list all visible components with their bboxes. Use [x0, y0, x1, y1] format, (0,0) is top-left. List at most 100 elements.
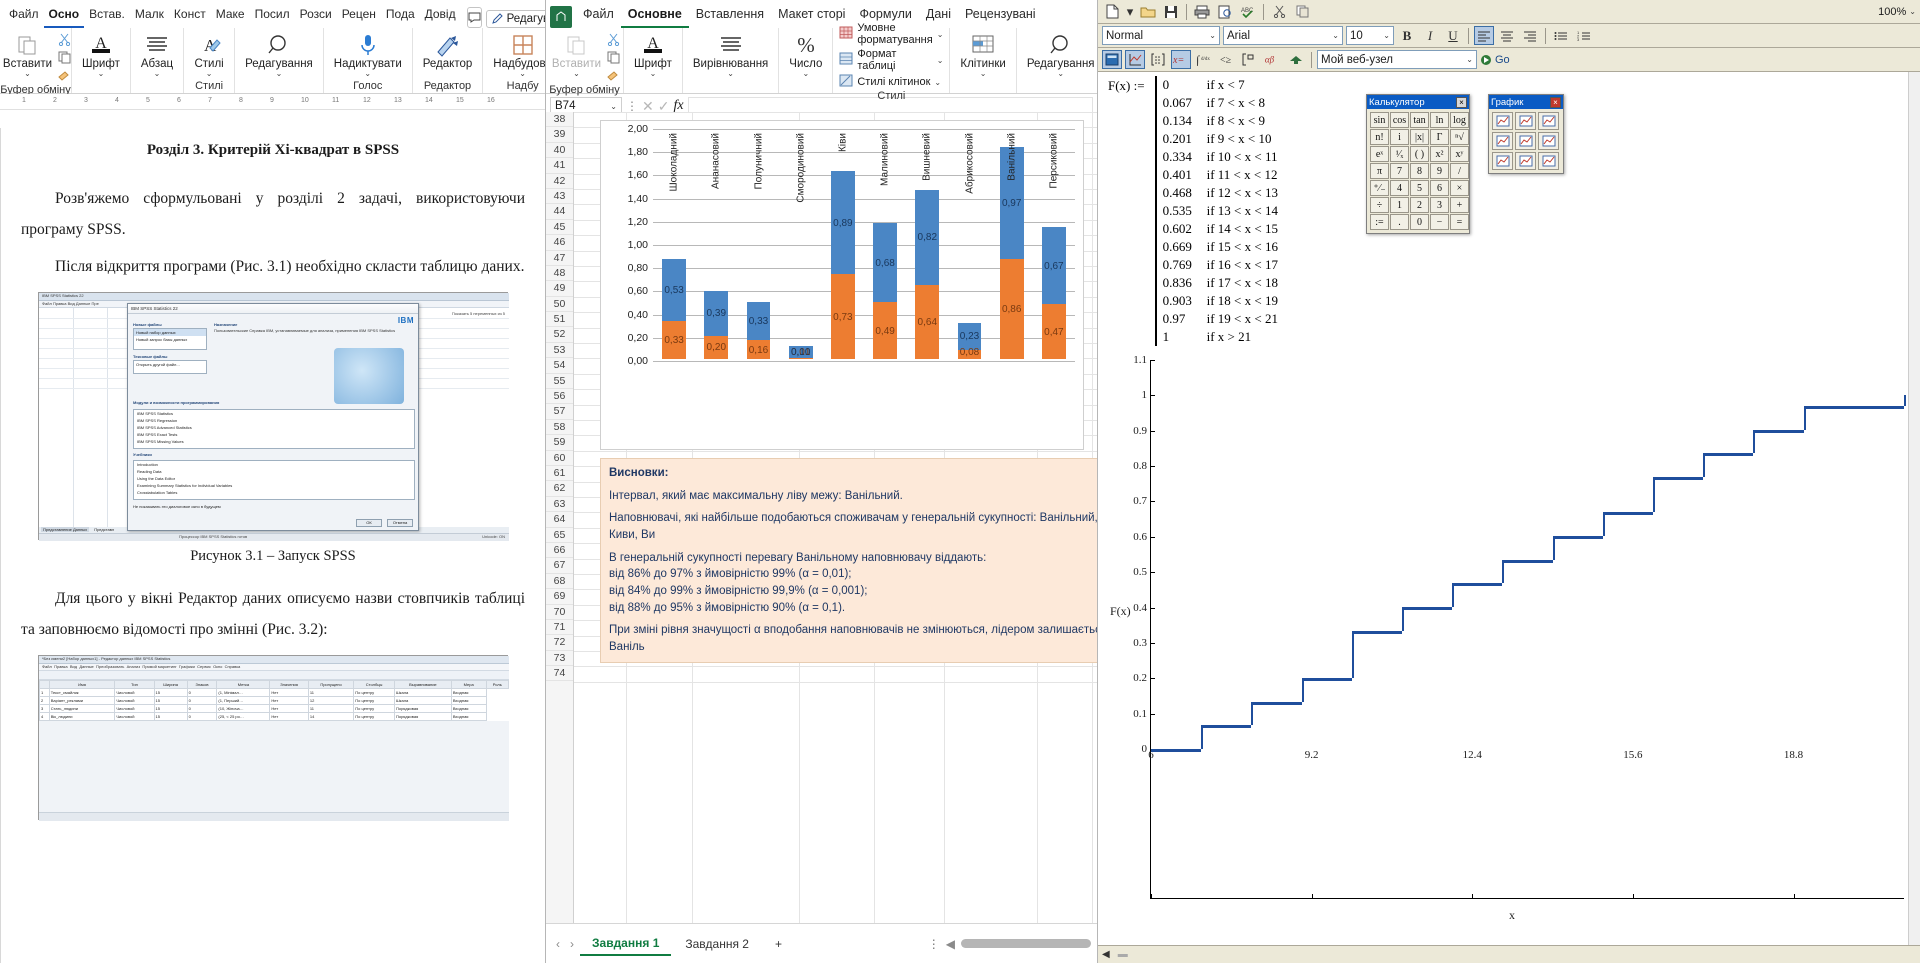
- mathcad-standard-toolbar[interactable]: ▾ ABC 100% ⌄: [1098, 0, 1920, 24]
- row-header[interactable]: 68: [546, 574, 573, 590]
- table-cell[interactable]: (1, Перший…: [216, 696, 271, 705]
- graph-icon[interactable]: [1125, 50, 1145, 69]
- chevron-down-icon[interactable]: ⌄: [206, 70, 213, 78]
- hscroll-left-icon[interactable]: ◀: [942, 937, 959, 951]
- calculator-key[interactable]: 5: [1410, 180, 1429, 196]
- table-cell[interactable]: Числовой: [114, 688, 155, 697]
- word-tab-view[interactable]: Пода: [381, 3, 420, 28]
- chevron-down-icon[interactable]: ⌄: [276, 70, 283, 78]
- table-cell[interactable]: Нет: [269, 688, 309, 697]
- spss-tab-data[interactable]: Представление Данных: [41, 527, 90, 532]
- go-button[interactable]: Go: [1480, 54, 1510, 66]
- row-header[interactable]: 70: [546, 605, 573, 620]
- word-tab-mailings[interactable]: Розси: [295, 3, 337, 28]
- spss2-view-tabs[interactable]: [39, 812, 509, 821]
- list-item[interactable]: IBM SPSS Exact Tests: [134, 431, 414, 438]
- word-ruler[interactable]: 1 2 3 4 5 6 7 8 9 10 11 12 13 14 15 16: [0, 94, 545, 110]
- chevron-down-icon[interactable]: ⌄: [1383, 32, 1390, 40]
- column-header[interactable]: [39, 680, 50, 689]
- row-header[interactable]: 50: [546, 297, 573, 313]
- excel-alignment-button[interactable]: Вирівнювання ⌄: [689, 31, 772, 78]
- row-header[interactable]: 41: [546, 158, 573, 174]
- chevron-down-icon[interactable]: ⌄: [610, 102, 617, 110]
- font-select[interactable]: Arial ⌄: [1223, 26, 1343, 45]
- spss-dontshow-checkbox[interactable]: Не показывать это диалоговое окно в буду…: [133, 504, 221, 509]
- bold-button[interactable]: B: [1397, 26, 1417, 45]
- calculator-key[interactable]: 8: [1410, 163, 1429, 179]
- word-tab-review[interactable]: Рецен: [337, 3, 381, 28]
- spss2-variable-table[interactable]: Имя Тип Ширина Знаков Метка Значения Пропущено…: [39, 680, 510, 721]
- close-icon[interactable]: ×: [1550, 96, 1561, 108]
- row-header[interactable]: 61: [546, 466, 573, 482]
- row-header[interactable]: 43: [546, 189, 573, 205]
- calculator-key[interactable]: ln: [1430, 112, 1449, 128]
- table-format-button[interactable]: Формат таблиці ⌄: [839, 48, 943, 72]
- chevron-down-icon[interactable]: ⌄: [937, 30, 944, 38]
- format-painter-icon[interactable]: [58, 69, 72, 84]
- list-item[interactable]: IBM SPSS Statistics: [134, 410, 414, 417]
- menu-window[interactable]: Окно: [213, 664, 222, 669]
- excel-font-button[interactable]: A Шрифт ⌄: [630, 31, 676, 78]
- row-header[interactable]: 73: [546, 651, 573, 667]
- excel-tab-home[interactable]: Основне: [620, 3, 689, 28]
- horizontal-scrollbar[interactable]: [961, 939, 1091, 948]
- table-cell[interactable]: 14: [307, 712, 355, 721]
- zoom-icon[interactable]: [1538, 152, 1559, 170]
- row-header[interactable]: 46: [546, 235, 573, 251]
- table-cell[interactable]: По центру: [353, 712, 395, 721]
- row-header[interactable]: 40: [546, 143, 573, 159]
- calculator-key[interactable]: −: [1430, 214, 1449, 230]
- row-header[interactable]: 47: [546, 251, 573, 266]
- new-file-icon[interactable]: [1102, 2, 1122, 21]
- font-button[interactable]: A Шрифт ⌄: [78, 31, 124, 78]
- cut-icon[interactable]: [607, 33, 621, 49]
- row-header[interactable]: 64: [546, 512, 573, 528]
- chevron-down-icon[interactable]: ⌄: [980, 70, 987, 78]
- calculus-icon[interactable]: ∫ d/dx: [1194, 50, 1214, 69]
- spss-newfiles-list[interactable]: Новый набор данных Новый запрос базы дан…: [133, 328, 207, 350]
- copy-icon[interactable]: [1292, 2, 1312, 21]
- table-cell[interactable]: Вік_людини: [48, 712, 116, 721]
- more-options-icon[interactable]: ⋮: [626, 99, 638, 113]
- chart-bar[interactable]: 0,49 0,68: [873, 223, 897, 359]
- menu-help[interactable]: Справка: [225, 664, 241, 669]
- table-cell[interactable]: Текст_смайлик: [48, 688, 116, 697]
- chart-bar[interactable]: 0,08 0,23: [957, 323, 982, 359]
- chevron-down-icon[interactable]: ⌄: [573, 70, 580, 78]
- column-header[interactable]: Знаков: [186, 680, 218, 689]
- calculator-key[interactable]: Γ: [1430, 129, 1449, 145]
- format-painter-icon[interactable]: [607, 69, 621, 84]
- column-header[interactable]: Столбцы: [353, 680, 395, 689]
- word-tab-draw[interactable]: Малк: [130, 3, 169, 28]
- row-header[interactable]: 57: [546, 404, 573, 420]
- calculator-key[interactable]: cos: [1390, 112, 1409, 128]
- chevron-down-icon[interactable]: ⌄: [802, 70, 809, 78]
- menu-data[interactable]: Данные: [79, 664, 93, 669]
- chart-bar[interactable]: 0,73 0,89: [831, 171, 855, 359]
- sheet-tab-2[interactable]: Завдання 2: [673, 933, 761, 955]
- dictate-button[interactable]: Надиктувати ⌄: [330, 31, 406, 78]
- sheet-options-icon[interactable]: ⋮: [928, 937, 940, 951]
- table-row[interactable]: 1 Текст_смайлик Числовой 15 0 (1, Мінімал… Нет…: [39, 688, 509, 697]
- table-cell[interactable]: (25, < 25 ро…: [216, 712, 271, 721]
- scatter3d-icon[interactable]: [1538, 132, 1559, 150]
- table-cell[interactable]: 4: [39, 712, 50, 721]
- sheet-tab-1[interactable]: Завдання 1: [580, 932, 672, 956]
- editing-button[interactable]: Редагування ⌄: [241, 31, 317, 78]
- paragraph-button[interactable]: Абзац ⌄: [137, 31, 177, 78]
- list-item[interactable]: IBM SPSS Missing Values: [134, 438, 414, 445]
- table-cell[interactable]: 0: [186, 712, 218, 721]
- mathcad-vertical-scrollbar[interactable]: [1908, 72, 1920, 945]
- excel-tab-file[interactable]: Файл: [576, 3, 621, 28]
- calculator-key[interactable]: ÷: [1370, 197, 1389, 213]
- table-cell[interactable]: Нет: [269, 712, 309, 721]
- chevron-down-icon[interactable]: ⌄: [519, 70, 526, 78]
- column-header[interactable]: Значения: [269, 680, 309, 689]
- table-cell[interactable]: (10, Жіноча…: [216, 704, 271, 713]
- table-cell[interactable]: 1: [39, 688, 50, 697]
- excel-sheet-tabbar[interactable]: ‹ › Завдання 1 Завдання 2 + ⋮ ◀: [546, 923, 1097, 963]
- excel-paste-button[interactable]: Вставити ⌄: [548, 31, 605, 78]
- calculator-key[interactable]: x²: [1430, 146, 1449, 162]
- chevron-down-icon[interactable]: ⌄: [1209, 32, 1216, 40]
- menu-analyze[interactable]: Анализ: [127, 664, 141, 669]
